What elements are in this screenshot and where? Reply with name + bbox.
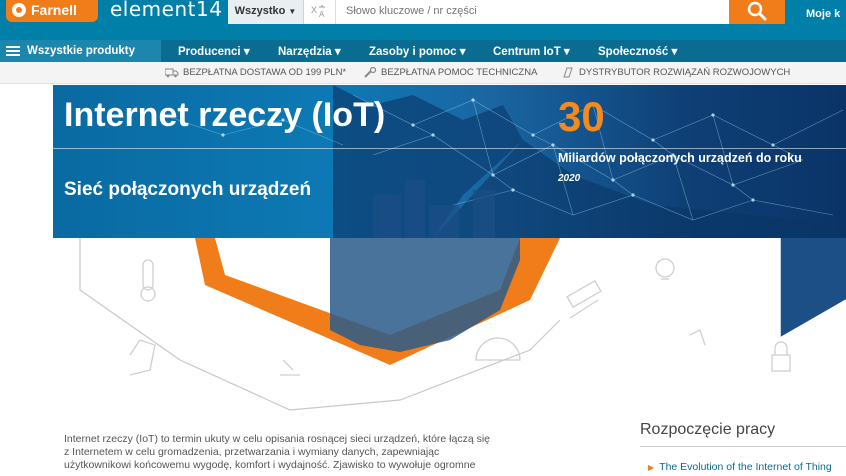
intro-line: Internet rzeczy (IoT) to termin ukuty w …: [64, 433, 491, 445]
page-title: Internet rzeczy (IoT): [64, 96, 386, 134]
caret-right-icon: ▶: [648, 462, 655, 472]
page-subtitle: Sieć połączonych urządzeń: [64, 179, 312, 200]
getting-started-heading: Rozpoczęcie pracy: [640, 421, 776, 438]
stat-year: 2020: [558, 173, 581, 184]
intro-paragraph: Internet rzeczy (IoT) to termin ukuty w …: [64, 433, 542, 472]
stat-label: Miliardów połączonych urządzeń do roku: [558, 151, 802, 165]
stat-number: 30: [558, 93, 605, 140]
sidebar-link-iot-evolution[interactable]: ▶ The Evolution of the Internet of Thing: [648, 461, 832, 473]
sidebar-divider: [640, 446, 846, 447]
sidebar-link-label: The Evolution of the Internet of Thing: [659, 461, 832, 473]
hero-decoration: [79, 200, 846, 411]
intro-line: użytkownikowi końcowemu wygodę, komfort …: [64, 459, 476, 471]
hero-divider: [53, 148, 846, 149]
hero-banner: Internet rzeczy (IoT) Sieć połączonych u…: [53, 85, 846, 238]
intro-line: z Internetem w celu gromadzenia, przetwa…: [64, 446, 440, 458]
